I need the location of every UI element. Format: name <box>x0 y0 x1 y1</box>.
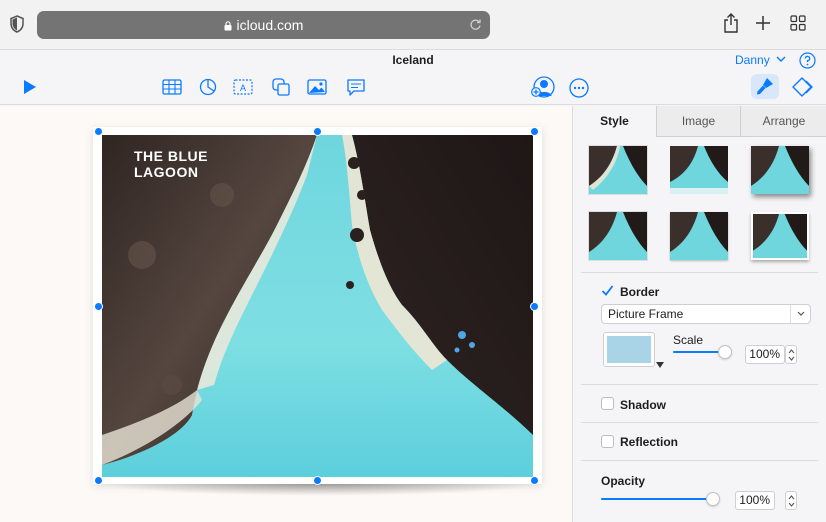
url-bar[interactable]: icloud.com <box>37 11 490 39</box>
more-icon[interactable] <box>568 77 590 99</box>
media-icon[interactable] <box>306 77 328 97</box>
scale-stepper[interactable] <box>785 345 797 364</box>
scale-value-field[interactable]: 100% <box>745 345 785 364</box>
play-icon[interactable] <box>20 77 42 97</box>
user-name: Danny <box>735 53 770 67</box>
divider <box>581 272 818 273</box>
stepper-arrows-icon <box>788 495 795 507</box>
opacity-slider-fill <box>601 498 713 500</box>
border-style-value: Picture Frame <box>608 307 684 321</box>
comment-icon[interactable] <box>345 77 367 97</box>
svg-text:A: A <box>240 83 246 93</box>
blue-lagoon-photo[interactable] <box>102 135 533 477</box>
divider <box>581 422 818 423</box>
chart-icon[interactable] <box>197 77 219 97</box>
opacity-label: Opacity <box>601 474 646 488</box>
scale-label: Scale <box>673 333 704 347</box>
opacity-slider[interactable] <box>601 498 713 500</box>
image-style-preset[interactable] <box>670 212 728 260</box>
text-box-icon[interactable]: A <box>232 77 254 97</box>
selection-handle-bottom-right[interactable] <box>530 476 539 485</box>
border-label: Border <box>620 285 660 299</box>
stepper-arrows-icon <box>788 349 795 361</box>
shadow-label: Shadow <box>620 398 667 412</box>
border-color-swatch <box>607 336 651 363</box>
opacity-stepper[interactable] <box>785 491 797 510</box>
select-arrow <box>790 305 810 323</box>
reflection-label: Reflection <box>620 435 679 449</box>
tab-arrange[interactable]: Arrange <box>740 106 826 137</box>
selection-handle-middle-left[interactable] <box>94 302 103 311</box>
new-tab-plus-icon[interactable] <box>754 14 772 32</box>
photo-caption: THE BLUE LAGOON <box>134 148 208 180</box>
format-inspector: Style Image Arrange Border Picture Frame… <box>572 106 826 522</box>
border-checkbox[interactable] <box>601 284 614 297</box>
image-style-preset[interactable] <box>751 212 809 260</box>
image-style-preset[interactable] <box>670 146 728 194</box>
document-title: Iceland <box>392 53 434 67</box>
divider <box>581 384 818 385</box>
animate-icon[interactable] <box>791 76 815 98</box>
scale-slider-knob[interactable] <box>718 345 732 359</box>
table-icon[interactable] <box>161 77 183 97</box>
shadow-checkbox[interactable] <box>601 397 614 410</box>
privacy-shield-icon[interactable] <box>10 15 24 33</box>
format-button[interactable] <box>751 74 779 99</box>
image-style-preset[interactable] <box>589 212 647 260</box>
collaborate-icon[interactable] <box>531 76 555 98</box>
browser-toolbar: icloud.com <box>0 0 826 50</box>
chevron-down-icon <box>797 311 805 316</box>
selection-handle-bottom-middle[interactable] <box>313 476 322 485</box>
selection-handle-bottom-left[interactable] <box>94 476 103 485</box>
opacity-value-field[interactable]: 100% <box>735 491 775 510</box>
divider <box>581 460 818 461</box>
image-style-preset[interactable] <box>589 146 647 194</box>
chevron-down-icon <box>776 56 786 62</box>
border-style-select[interactable]: Picture Frame <box>601 304 811 324</box>
user-menu[interactable]: Danny <box>735 53 786 67</box>
reload-icon[interactable] <box>469 18 482 31</box>
inspector-tabs: Style Image Arrange <box>573 106 826 137</box>
opacity-slider-knob[interactable] <box>706 492 720 506</box>
selection-handle-top-right[interactable] <box>530 127 539 136</box>
tab-overview-icon[interactable] <box>790 15 806 31</box>
reflection-checkbox[interactable] <box>601 435 614 448</box>
selection-handle-top-left[interactable] <box>94 127 103 136</box>
image-style-preset[interactable] <box>751 146 809 194</box>
url-label: icloud.com <box>236 17 304 33</box>
format-brush-icon <box>757 78 773 95</box>
border-color-well[interactable] <box>603 332 655 367</box>
app-toolbar: Iceland Danny A <box>0 50 826 105</box>
tab-style[interactable]: Style <box>573 106 656 137</box>
selection-handle-top-middle[interactable] <box>313 127 322 136</box>
tab-image[interactable]: Image <box>656 106 740 137</box>
selection-handle-middle-right[interactable] <box>530 302 539 311</box>
triangle-down-icon[interactable] <box>656 362 664 368</box>
lock-icon <box>224 21 232 31</box>
help-icon[interactable] <box>799 52 816 69</box>
share-icon[interactable] <box>722 12 740 34</box>
shape-icon[interactable] <box>270 77 292 97</box>
url-text: icloud.com <box>37 17 490 33</box>
